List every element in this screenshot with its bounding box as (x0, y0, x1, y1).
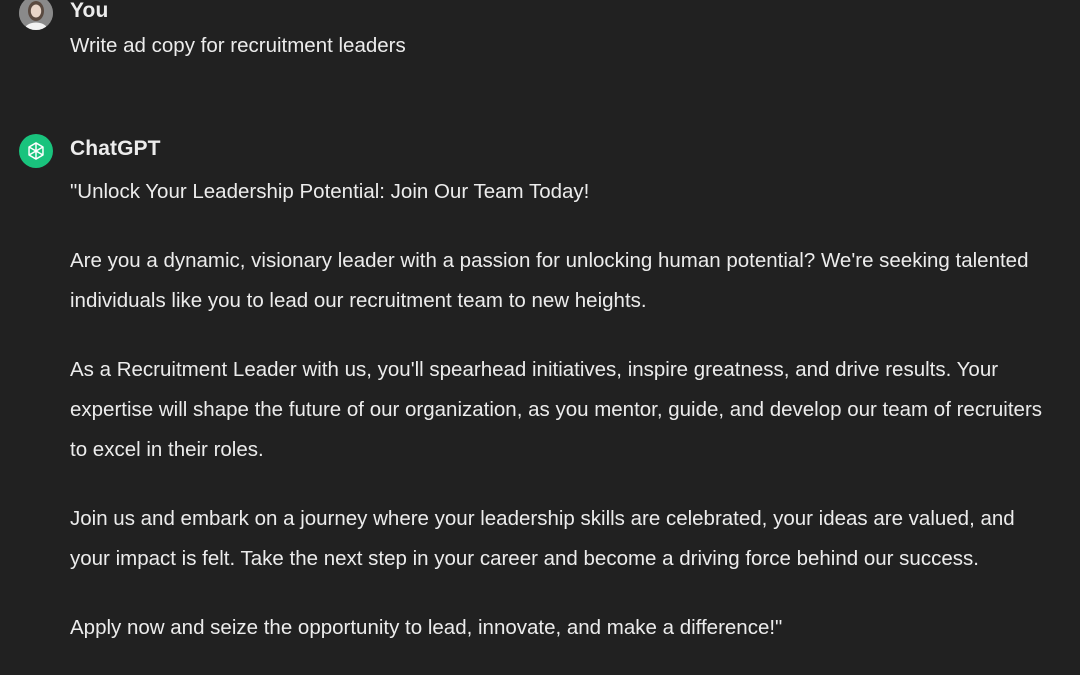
user-avatar (19, 0, 53, 30)
reply-paragraph: Are you a dynamic, visionary leader with… (70, 249, 1029, 312)
reply-paragraph: As a Recruitment Leader with us, you'll … (70, 358, 1043, 461)
assistant-author-name: ChatGPT (70, 137, 161, 160)
assistant-avatar (19, 134, 53, 168)
reply-paragraph: Apply now and seize the opportunity to l… (70, 616, 783, 639)
reply-paragraph: Join us and embark on a journey where yo… (70, 507, 1015, 570)
openai-logo-icon (28, 142, 44, 160)
user-photo-avatar (19, 0, 53, 30)
user-message-text: Write ad copy for recruitment leaders (70, 34, 406, 57)
chat-thread: You Write ad copy for recruitment leader… (0, 0, 1080, 675)
reply-paragraph: "Unlock Your Leadership Potential: Join … (70, 180, 590, 203)
assistant-reply: "Unlock Your Leadership Potential: Join … (70, 172, 1060, 675)
user-author-name: You (70, 0, 109, 22)
